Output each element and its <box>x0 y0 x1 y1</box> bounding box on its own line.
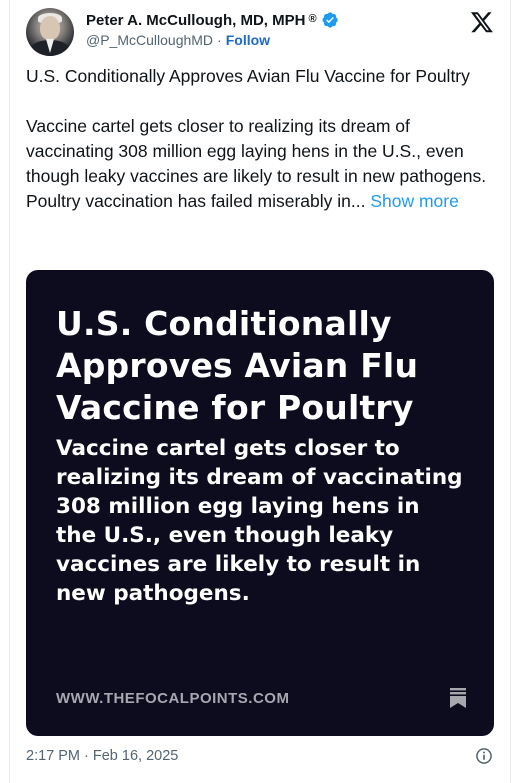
info-icon[interactable] <box>474 746 494 766</box>
avatar[interactable] <box>26 8 74 56</box>
name-row: Peter A. McCullough, MD, MPH ® <box>86 10 339 30</box>
separator-dot: · <box>217 32 222 48</box>
verified-badge-icon[interactable] <box>321 11 339 29</box>
x-logo-icon[interactable] <box>470 10 494 34</box>
follow-button[interactable]: Follow <box>226 32 270 48</box>
link-preview-card[interactable]: U.S. Conditionally Approves Avian Flu Va… <box>26 270 494 736</box>
registered-mark: ® <box>308 13 317 25</box>
tweet-paragraph-body: Vaccine cartel gets closer to realizing … <box>26 114 496 214</box>
tweet-card: Peter A. McCullough, MD, MPH ® @P_McCull… <box>9 0 511 783</box>
tweet-paragraph-title: U.S. Conditionally Approves Avian Flu Va… <box>26 66 470 86</box>
author-display-name[interactable]: Peter A. McCullough, MD, MPH <box>86 12 305 29</box>
card-subtitle: Vaccine cartel gets closer to realizing … <box>56 436 463 606</box>
author-handle[interactable]: @P_McCulloughMD <box>86 32 213 48</box>
handle-row: @P_McCulloughMD · Follow <box>86 30 339 50</box>
author-info: Peter A. McCullough, MD, MPH ® @P_McCull… <box>86 10 339 50</box>
tweet-text: U.S. Conditionally Approves Avian Flu Va… <box>26 64 496 214</box>
tweet-footer: 2:17 PM · Feb 16, 2025 <box>26 744 494 768</box>
bookmark-icon <box>450 688 466 708</box>
tweet-timestamp[interactable]: 2:17 PM · Feb 16, 2025 <box>26 748 178 764</box>
card-domain: WWW.THEFOCALPOINTS.COM <box>56 690 290 707</box>
tweet-header: Peter A. McCullough, MD, MPH ® @P_McCull… <box>26 8 494 58</box>
avatar-face <box>40 16 60 40</box>
show-more-link[interactable]: Show more <box>370 191 459 211</box>
card-title: U.S. Conditionally Approves Avian Flu Va… <box>56 304 419 427</box>
